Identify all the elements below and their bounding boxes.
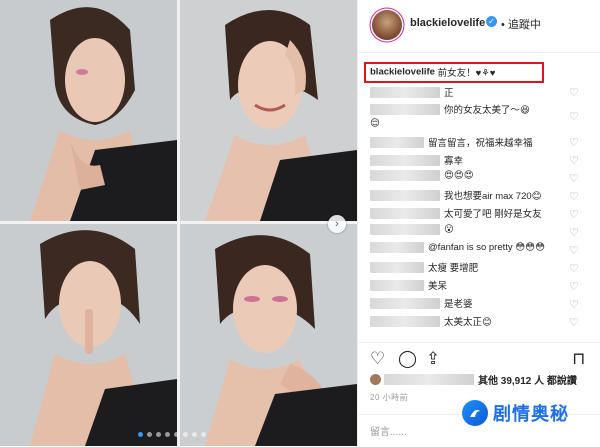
blurred-username [370,279,424,291]
liker-avatar [370,374,381,385]
heart-icon[interactable]: ♡ [569,262,579,275]
blurred-username [370,189,440,201]
heart-icon[interactable]: ♡ [569,110,579,123]
comment-text: 是老婆 [444,299,473,310]
comment-row: 正 [370,85,454,101]
comment-text: 😌 [370,118,380,129]
comment-icon[interactable]: ◯ [398,349,417,369]
photo-3 [0,224,177,446]
blurred-username [370,315,440,327]
caption-text: 前女友！♥⚘♥ [437,68,496,79]
blurred-username [370,261,424,273]
caption-username[interactable]: blackielovelife [370,67,435,78]
blurred-username [370,86,440,98]
action-bar: ♡ ◯ ⇪ ⊓ [358,342,600,373]
follow-status-label: 追蹤中 [507,19,541,31]
carousel-dot[interactable] [183,432,188,437]
watermark-text: 剧情奥秘 [493,404,569,424]
carousel-dot[interactable] [201,432,206,437]
heart-icon[interactable]: ♡ [569,244,579,257]
comment-row: 美呆 [370,278,447,294]
separator: • [501,19,505,31]
comment-row: 😌 [370,118,380,134]
blurred-username [370,170,440,181]
carousel-dot[interactable] [174,432,179,437]
instagram-post: › blackielovelife ✓ • 追蹤中 blackielovelif… [0,0,600,446]
verified-badge-icon: ✓ [486,16,497,27]
carousel-dot[interactable] [165,432,170,437]
comment-text: 😮 [444,224,454,235]
heart-icon[interactable]: ♡ [569,280,579,293]
heart-icon[interactable]: ♡ [569,298,579,311]
blurred-username [370,224,440,235]
comment-text: 美呆 [428,281,448,292]
comment-row: 太美太正😊 [370,314,492,330]
comment-row: 寡幸 [370,153,463,169]
comment-text: @fanfan is so pretty 😳😳😳 [428,242,545,253]
bookmark-icon[interactable]: ⊓ [572,349,585,369]
comment-row: 太可愛了吧 剛好是女友 [370,206,542,222]
comment-text: 留言留言，祝福来越幸福 [428,138,533,149]
post-side-panel: blackielovelife ✓ • 追蹤中 blackielovelife … [357,0,600,446]
comment-row: 😍😍😍 [370,170,474,186]
comment-row: 你的女友太美了～😆 [370,102,530,118]
comment-row: 是老婆 [370,296,473,312]
carousel-dot[interactable] [156,432,161,437]
carousel-dot[interactable] [192,432,197,437]
caption: blackielovelife 前女友！♥⚘♥ [370,65,495,81]
header-username[interactable]: blackielovelife [410,17,485,29]
comment-text: 太瘦 要增肥 [428,263,479,274]
like-heart-icon[interactable]: ♡ [370,349,385,369]
blurred-username [370,242,424,253]
comment-text: 你的女友太美了～😆 [444,105,530,116]
blurred-username [370,207,440,219]
watermark-logo-icon [462,400,488,426]
comment-text: 😍😍😍 [444,170,474,181]
comment-row: 留言留言，祝福来越幸福 [370,135,533,151]
avatar[interactable] [372,10,402,40]
chevron-right-icon: › [335,217,339,230]
comment-text: 我也想要air max 720😊 [444,191,542,202]
post-media[interactable]: › [0,0,357,446]
carousel-dots [138,432,206,437]
photo-4 [180,224,357,446]
photo-2 [180,0,357,221]
carousel-dot[interactable] [138,432,143,437]
comment-text: 太可愛了吧 剛好是女友 [444,209,542,220]
blurred-username [370,136,424,148]
comment-row: @fanfan is so pretty 😳😳😳 [370,242,545,258]
comment-text: 太美太正😊 [444,317,492,328]
blurred-username [370,103,440,115]
carousel-next-button[interactable]: › [328,215,346,233]
follow-status[interactable]: • 追蹤中 [501,16,541,32]
heart-icon[interactable]: ♡ [569,154,579,167]
comment-text: 正 [444,88,454,99]
comments-list[interactable]: blackielovelife 前女友！♥⚘♥ 正 ♡ 你的女友太美了～😆 ♡ … [358,52,600,342]
heart-icon[interactable]: ♡ [569,208,579,221]
photo-1 [0,0,177,221]
heart-icon[interactable]: ♡ [569,226,579,239]
heart-icon[interactable]: ♡ [569,136,579,149]
heart-icon[interactable]: ♡ [569,190,579,203]
carousel-dot[interactable] [147,432,152,437]
post-header: blackielovelife ✓ • 追蹤中 [358,0,600,53]
blurred-username [370,297,440,309]
photo-grid [0,0,357,446]
post-timestamp[interactable]: 20 小時前 [370,392,408,403]
comment-text: 寡幸 [444,156,464,167]
heart-icon[interactable]: ♡ [569,86,579,99]
comment-row: 太瘦 要增肥 [370,260,478,276]
watermark: 剧情奥秘 [462,400,569,426]
blurred-liker-name [384,374,474,385]
heart-icon[interactable]: ♡ [569,172,579,185]
likes-summary[interactable]: 其他 39,912 人 都說讚 [370,372,577,388]
comment-row: 😮 [370,224,454,240]
likes-count: 其他 39,912 人 都說讚 [478,376,577,387]
share-icon[interactable]: ⇪ [426,349,440,369]
blurred-username [370,154,440,166]
comment-row: 我也想要air max 720😊 [370,188,542,204]
heart-icon[interactable]: ♡ [569,316,579,329]
